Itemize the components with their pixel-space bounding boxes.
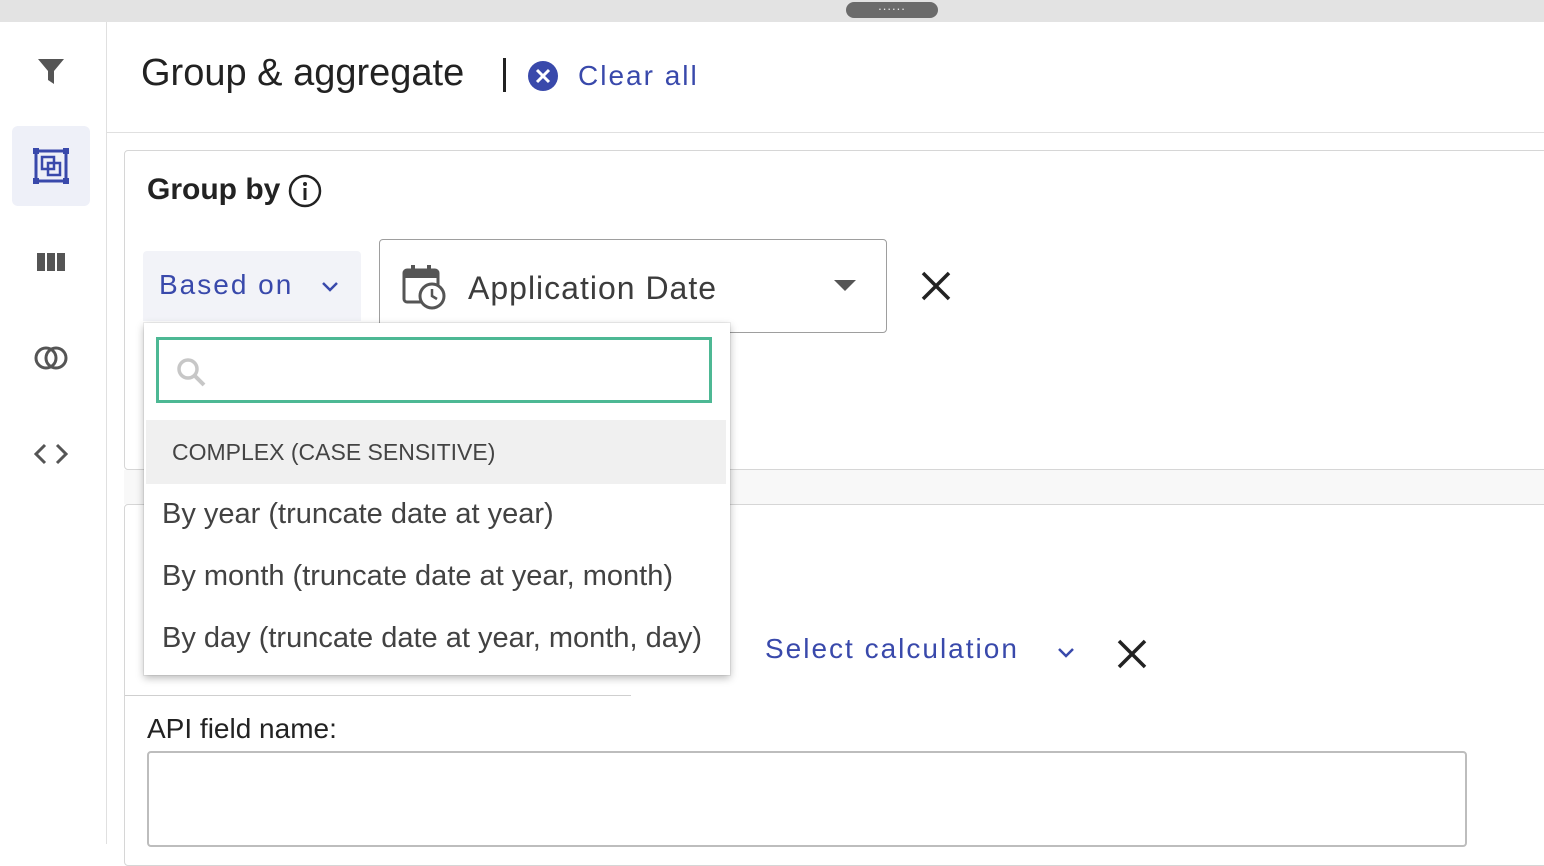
join-icon — [34, 346, 68, 370]
calendar-clock-icon — [402, 265, 446, 310]
based-on-dropdown[interactable]: Based on — [143, 251, 361, 321]
search-icon — [177, 358, 206, 387]
group-field-value: Application Date — [468, 270, 718, 306]
group-field-select[interactable]: Application Date — [379, 239, 887, 333]
sidebar-item-group-aggregate[interactable] — [12, 126, 90, 206]
filter-icon — [38, 59, 64, 84]
window-topbar: ...... — [0, 0, 1544, 22]
menu-group-header: COMPLEX (CASE SENSITIVE) — [146, 420, 726, 484]
menu-item-by-year[interactable]: By year (truncate date at year) — [162, 498, 554, 531]
select-calculation-button[interactable]: Select calculation — [765, 633, 1019, 665]
chevron-down-icon — [1058, 648, 1074, 658]
group-aggregate-icon — [33, 148, 69, 184]
columns-icon — [37, 253, 65, 271]
caret-down-icon — [834, 280, 856, 291]
info-icon[interactable] — [287, 173, 323, 209]
page-title: Group & aggregate — [141, 52, 465, 94]
sidebar-item-join[interactable] — [12, 318, 90, 398]
menu-item-by-month[interactable]: By month (truncate date at year, month) — [162, 560, 673, 593]
code-icon — [34, 443, 68, 465]
api-field-input[interactable] — [147, 751, 1467, 847]
title-separator — [503, 58, 506, 92]
chevron-down-icon — [322, 282, 338, 292]
based-on-menu: COMPLEX (CASE SENSITIVE) By year (trunca… — [144, 323, 730, 675]
sidebar — [0, 22, 107, 844]
menu-group-label: COMPLEX (CASE SENSITIVE) — [172, 439, 496, 465]
clear-all-button[interactable]: Clear all — [578, 60, 699, 92]
remove-group-icon[interactable] — [919, 269, 953, 303]
drag-handle[interactable]: ...... — [846, 0, 938, 18]
sidebar-item-code[interactable] — [12, 414, 90, 494]
sidebar-item-columns[interactable] — [12, 222, 90, 302]
sidebar-item-filter[interactable] — [12, 32, 90, 112]
based-on-label: Based on — [159, 269, 294, 300]
menu-search-field[interactable] — [156, 337, 712, 403]
remove-calculation-icon[interactable] — [1115, 637, 1149, 671]
menu-search-input[interactable] — [219, 350, 693, 392]
menu-item-by-day[interactable]: By day (truncate date at year, month, da… — [162, 622, 702, 655]
aggregate-field-underline — [125, 687, 631, 696]
api-field-label: API field name: — [147, 713, 337, 744]
panel-header: Group & aggregate Clear all — [107, 22, 1544, 133]
group-by-label: Group by — [147, 173, 281, 206]
clear-all-icon[interactable] — [527, 60, 559, 92]
